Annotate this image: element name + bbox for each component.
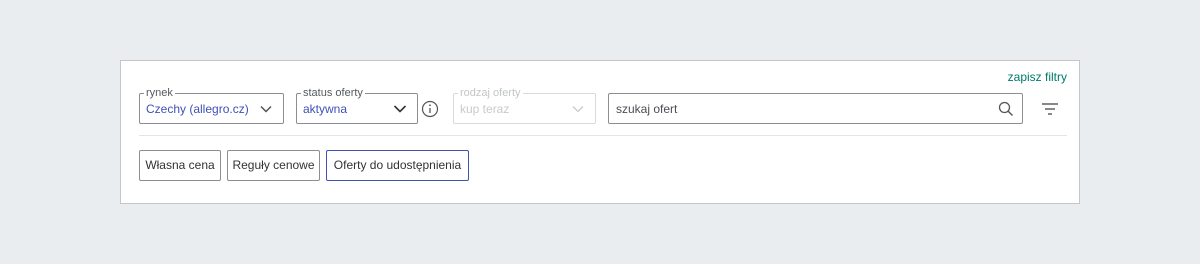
search-input[interactable]: szukaj ofert	[608, 93, 1023, 124]
info-icon[interactable]	[421, 100, 439, 118]
chevron-down-icon	[260, 106, 272, 113]
chevron-down-icon	[572, 106, 584, 113]
offer-type-select: rodzaj oferty kup teraz	[453, 86, 596, 124]
status-select[interactable]: status oferty aktywna	[296, 86, 418, 124]
offer-type-select-label: rodzaj oferty	[458, 86, 523, 100]
status-select-value: aktywna	[303, 102, 348, 116]
save-filters-link[interactable]: zapisz filtry	[1008, 70, 1067, 84]
status-select-label: status oferty	[301, 86, 365, 100]
divider	[139, 135, 1067, 136]
offer-type-select-value: kup teraz	[460, 102, 510, 116]
filters-panel: zapisz filtry rynek Czechy (allegro.cz) …	[120, 60, 1080, 204]
market-select[interactable]: rynek Czechy (allegro.cz)	[139, 86, 284, 124]
search-icon[interactable]	[998, 101, 1014, 117]
tab-price-rules[interactable]: Reguły cenowe	[227, 150, 320, 181]
tab-offers-to-share[interactable]: Oferty do udostępnienia	[326, 150, 469, 181]
tab-own-price[interactable]: Własna cena	[139, 150, 221, 181]
filter-icon[interactable]	[1041, 101, 1059, 117]
chevron-down-icon	[393, 105, 407, 113]
market-select-value: Czechy (allegro.cz)	[146, 102, 249, 116]
search-placeholder: szukaj ofert	[616, 102, 678, 116]
market-select-label: rynek	[144, 86, 175, 100]
